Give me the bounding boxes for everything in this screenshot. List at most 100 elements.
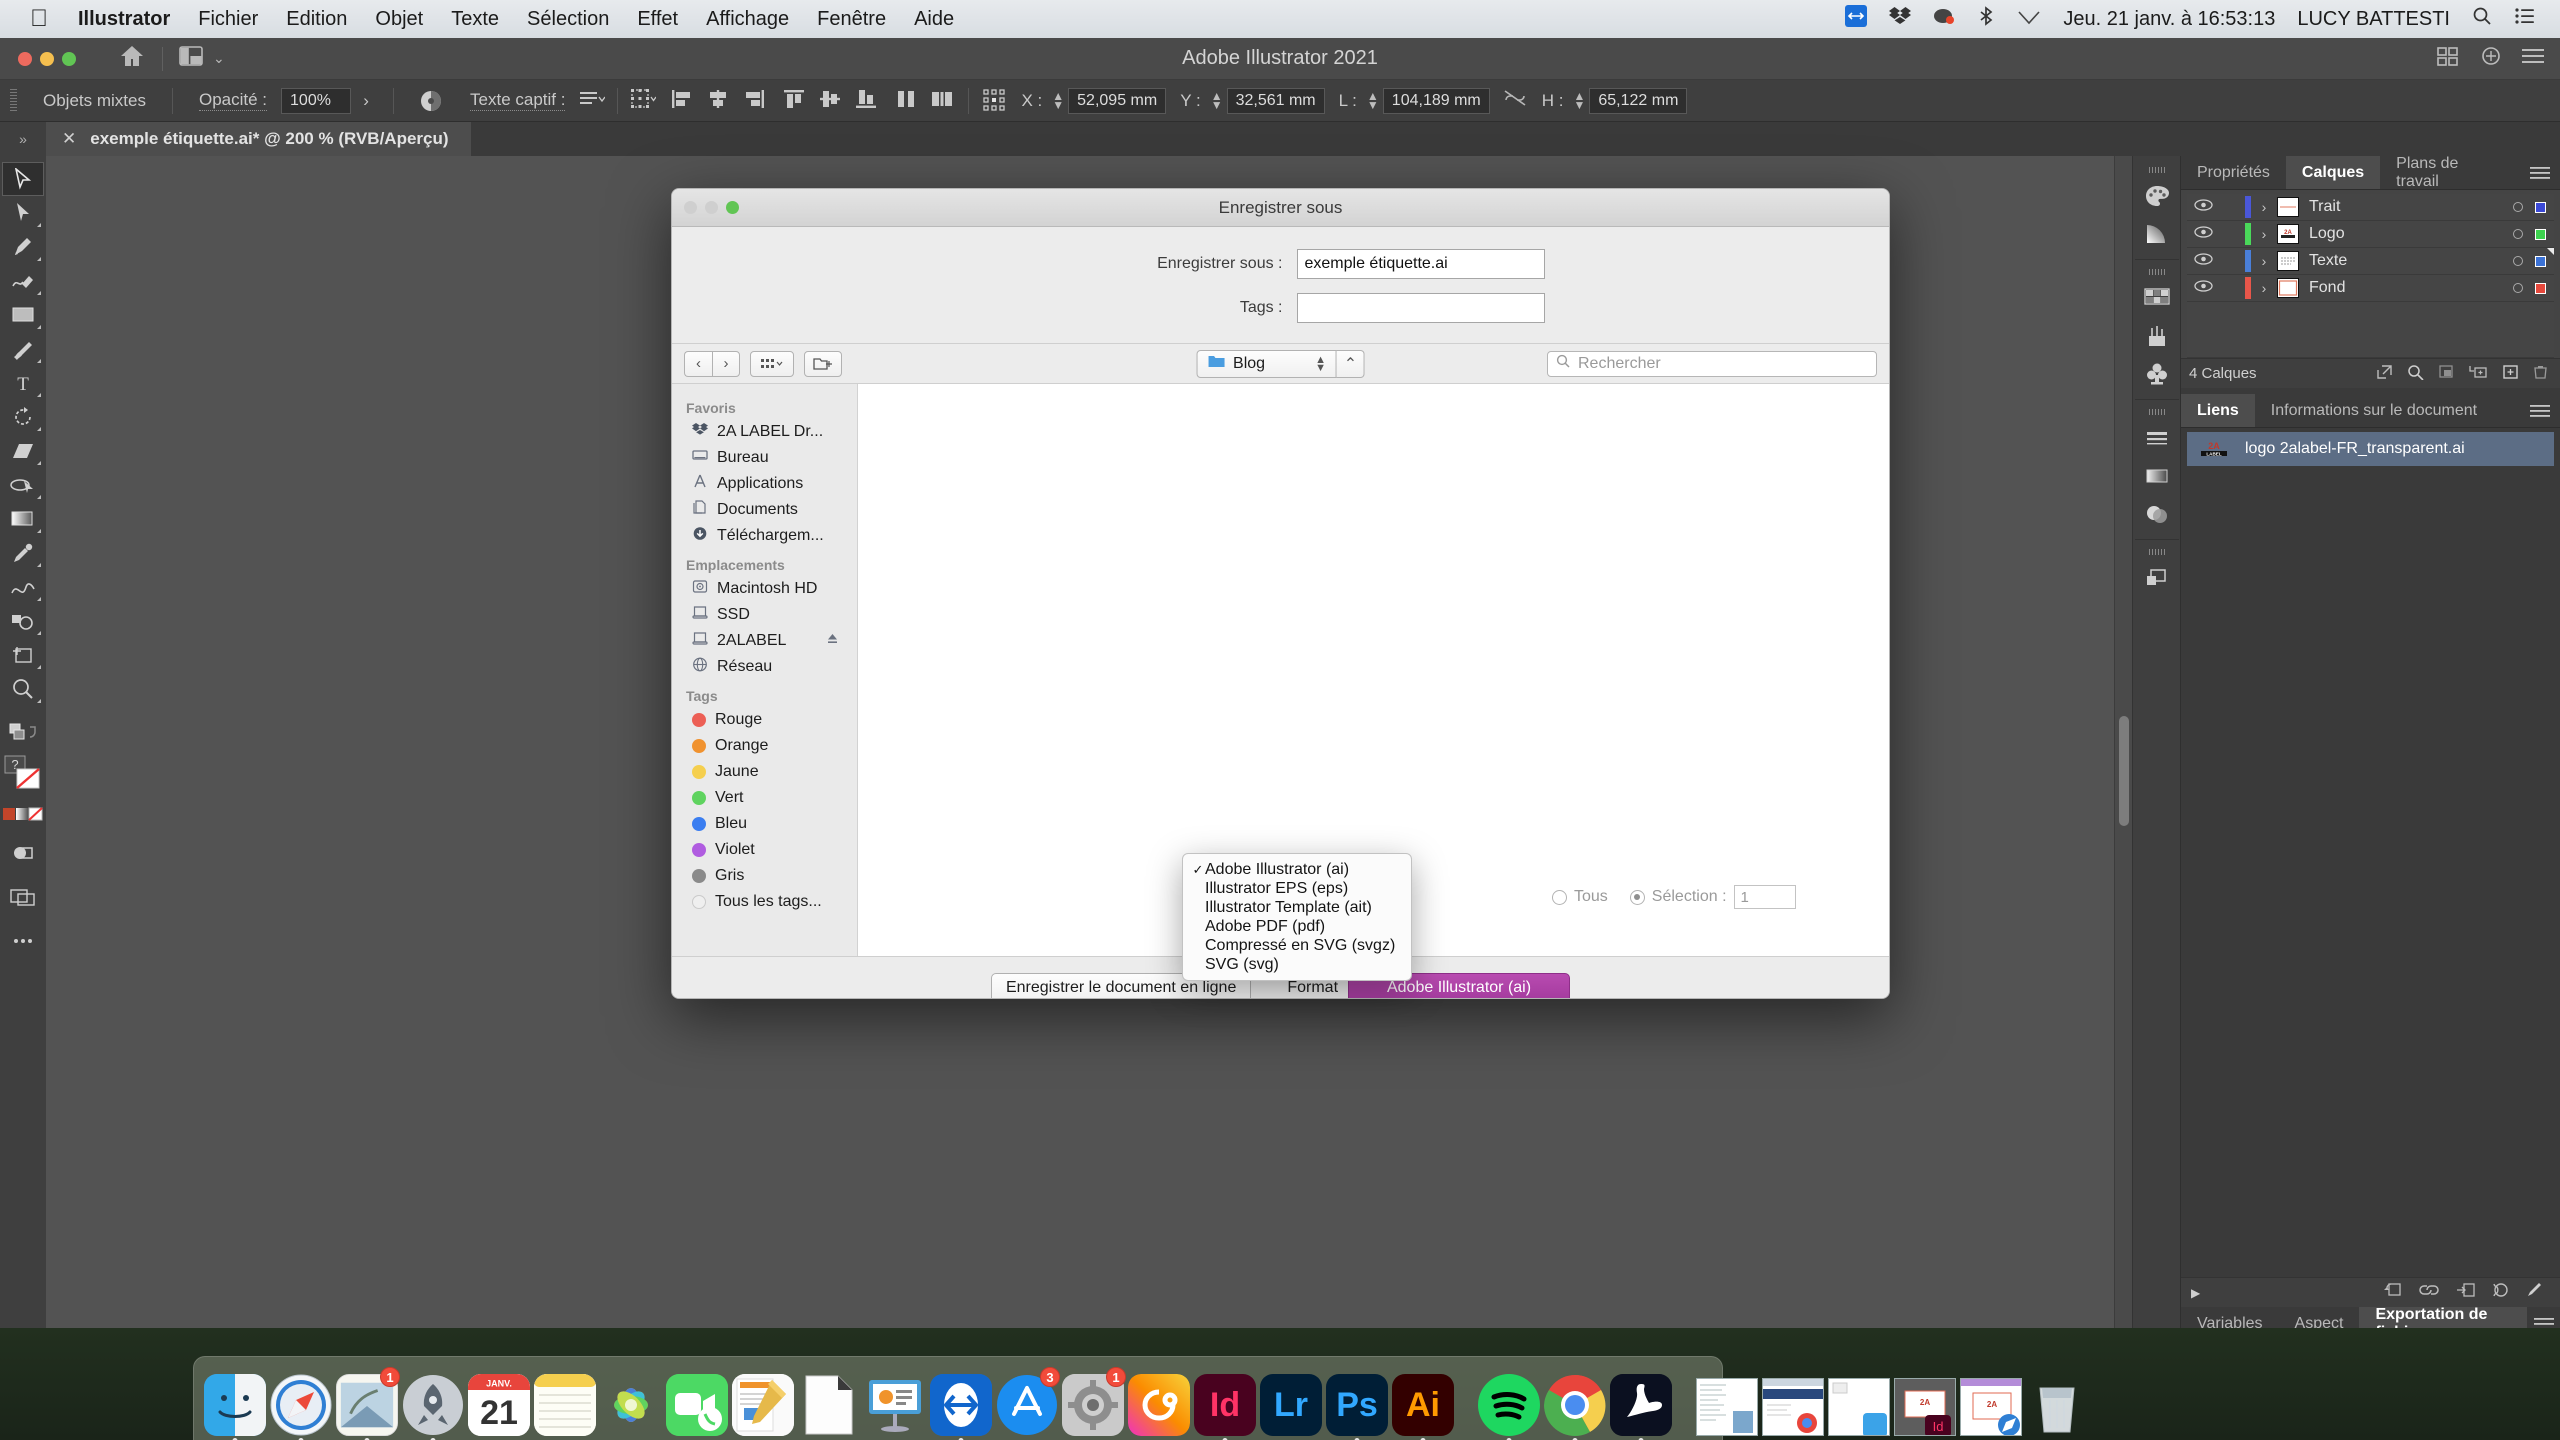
chevron-right-icon[interactable]: ›	[2251, 226, 2277, 242]
dock-item-notes[interactable]	[534, 1370, 596, 1436]
selection-count-input[interactable]: 1	[1733, 885, 1796, 909]
swatches-icon[interactable]	[2137, 279, 2177, 317]
sidebar-item-2alabel[interactable]: 2ALABEL	[672, 628, 857, 654]
rectangle-tool[interactable]	[2, 298, 44, 332]
dock-item-calendar[interactable]: JANV. 21	[468, 1370, 530, 1436]
layer-name[interactable]: Texte	[2309, 252, 2513, 270]
direct-selection-tool[interactable]	[2, 196, 44, 230]
align-top-icon[interactable]	[782, 88, 808, 114]
sidebar-item-2a-label-dropbox[interactable]: 2A LABEL Dr...	[672, 419, 857, 445]
collapse-panels-button[interactable]: »	[0, 122, 46, 156]
eyedropper-tool[interactable]	[2, 536, 44, 570]
tab-calques[interactable]: Calques	[2285, 156, 2381, 189]
align-bottom-icon[interactable]	[854, 88, 880, 114]
stroke-profile-icon[interactable]	[418, 88, 444, 114]
target-indicator[interactable]	[2513, 202, 2523, 212]
menubar-user[interactable]: LUCY BATTESTI	[2297, 8, 2450, 31]
visibility-icon[interactable]	[2187, 225, 2219, 243]
teamviewer-icon[interactable]	[1845, 5, 1868, 33]
dock-item-teamviewer[interactable]	[930, 1370, 992, 1440]
menu-app-name[interactable]: Illustrator	[78, 8, 170, 31]
menu-objet[interactable]: Objet	[375, 8, 423, 31]
draw-normal-icon[interactable]	[2, 836, 44, 870]
dock-minimized-window-1[interactable]	[1696, 1370, 1758, 1436]
dock-item-finder[interactable]	[204, 1370, 266, 1440]
y-stepper[interactable]: ▲ ▼	[1211, 90, 1223, 111]
new-folder-icon[interactable]	[804, 350, 842, 377]
menu-fenetre[interactable]: Fenêtre	[817, 8, 886, 31]
height-stepper[interactable]: ▲ ▼	[1573, 90, 1585, 111]
chevron-right-icon[interactable]: ›	[2251, 199, 2277, 215]
chevron-left-icon[interactable]: ‹	[684, 350, 712, 377]
drag-handle[interactable]	[2148, 167, 2165, 173]
dock-item-photoshop[interactable]: Ps	[1326, 1370, 1388, 1440]
color-mode-swatches[interactable]	[2, 802, 44, 826]
opacity-input[interactable]: 100%	[281, 87, 352, 114]
sidebar-tag-orange[interactable]: Orange	[672, 733, 857, 759]
disclosure-triangle-icon[interactable]: ▶	[2191, 1286, 2200, 1300]
canvas-vertical-scrollbar[interactable]	[2114, 156, 2132, 1341]
close-window-button[interactable]	[18, 51, 32, 66]
format-option-ai[interactable]: ✓ Adobe Illustrator (ai)	[1183, 860, 1411, 879]
visibility-icon[interactable]	[2187, 279, 2219, 297]
menu-texte[interactable]: Texte	[451, 8, 499, 31]
dock-minimized-window-4[interactable]: 2A Id	[1894, 1370, 1956, 1436]
dock-minimized-window-2[interactable]	[1762, 1370, 1824, 1436]
blend-tool[interactable]	[2, 570, 44, 604]
menu-fichier[interactable]: Fichier	[198, 8, 258, 31]
sidebar-item-documents[interactable]: Documents	[672, 497, 857, 523]
sidebar-tag-violet[interactable]: Violet	[672, 837, 857, 863]
radio-selection[interactable]: Sélection : 1	[1629, 885, 1796, 909]
layer-row-trait[interactable]: › Trait	[2187, 194, 2554, 221]
menu-effet[interactable]: Effet	[637, 8, 678, 31]
pencil-icon[interactable]	[2526, 1282, 2544, 1303]
dock-item-safari[interactable]	[270, 1370, 332, 1440]
dock-item-acrobat[interactable]	[1610, 1370, 1672, 1440]
current-folder-button[interactable]: Blog ▲ ▼	[1196, 349, 1337, 378]
link-broken-icon[interactable]	[1502, 88, 1528, 114]
rotate-tool[interactable]	[2, 400, 44, 434]
swap-fill-stroke-icon[interactable]	[2, 716, 44, 750]
selection-swatch[interactable]	[2535, 201, 2546, 213]
drag-handle[interactable]	[10, 88, 17, 113]
height-input[interactable]: 65,122 mm	[1589, 87, 1688, 114]
dock-item-spotify[interactable]	[1478, 1370, 1540, 1440]
link-item[interactable]: 2A LABEL logo 2alabel-FR_transparent.ai	[2187, 432, 2554, 466]
screen-mode-icon[interactable]	[2, 880, 44, 914]
dock-minimized-window-5[interactable]: 2A	[1960, 1370, 2022, 1436]
target-indicator[interactable]	[2513, 256, 2523, 266]
minimize-window-button[interactable]	[40, 51, 54, 66]
control-center-icon[interactable]	[2514, 7, 2536, 31]
text-wrap-label[interactable]: Texte captif :	[470, 90, 566, 111]
eject-icon[interactable]	[826, 632, 839, 650]
arrange-documents-icon[interactable]	[179, 45, 203, 72]
format-option-ait[interactable]: Illustrator Template (ait)	[1183, 898, 1411, 917]
close-icon[interactable]: ✕	[62, 129, 76, 149]
dock-item-photos[interactable]	[600, 1370, 662, 1436]
creative-cloud-icon[interactable]	[1933, 6, 1955, 32]
locate-object-icon[interactable]	[2376, 364, 2393, 384]
layer-name[interactable]: Fond	[2309, 279, 2513, 297]
align-center-v-icon[interactable]	[818, 88, 844, 114]
sidebar-item-macintosh-hd[interactable]: Macintosh HD	[672, 576, 857, 602]
menu-affichage[interactable]: Affichage	[706, 8, 789, 31]
reference-point-icon[interactable]	[630, 88, 657, 114]
panel-menu-icon[interactable]	[2522, 47, 2544, 70]
format-option-pdf[interactable]: Adobe PDF (pdf)	[1183, 917, 1411, 936]
dock-item-textedit[interactable]	[798, 1370, 860, 1436]
filename-input[interactable]	[1296, 249, 1545, 279]
chevron-up-icon[interactable]: ⌃	[1336, 349, 1365, 378]
panel-options-icon[interactable]	[2520, 156, 2560, 189]
sidebar-tag-jaune[interactable]: Jaune	[672, 759, 857, 785]
sidebar-item-telechargements[interactable]: Téléchargem...	[672, 523, 857, 549]
icon-view-icon[interactable]	[750, 350, 794, 377]
selection-swatch[interactable]	[2535, 282, 2546, 294]
pen-tool[interactable]	[2, 230, 44, 264]
chevron-down-icon[interactable]: ⌄	[213, 50, 225, 67]
layer-row-logo[interactable]: › 2A Logo	[2187, 221, 2554, 248]
opacity-label[interactable]: Opacité :	[198, 90, 268, 111]
shape-builder-tool[interactable]	[2, 434, 44, 468]
path-popup[interactable]: Blog ▲ ▼ ⌃	[1196, 349, 1365, 378]
dock-item-pages[interactable]	[732, 1370, 794, 1436]
menu-edition[interactable]: Edition	[286, 8, 347, 31]
